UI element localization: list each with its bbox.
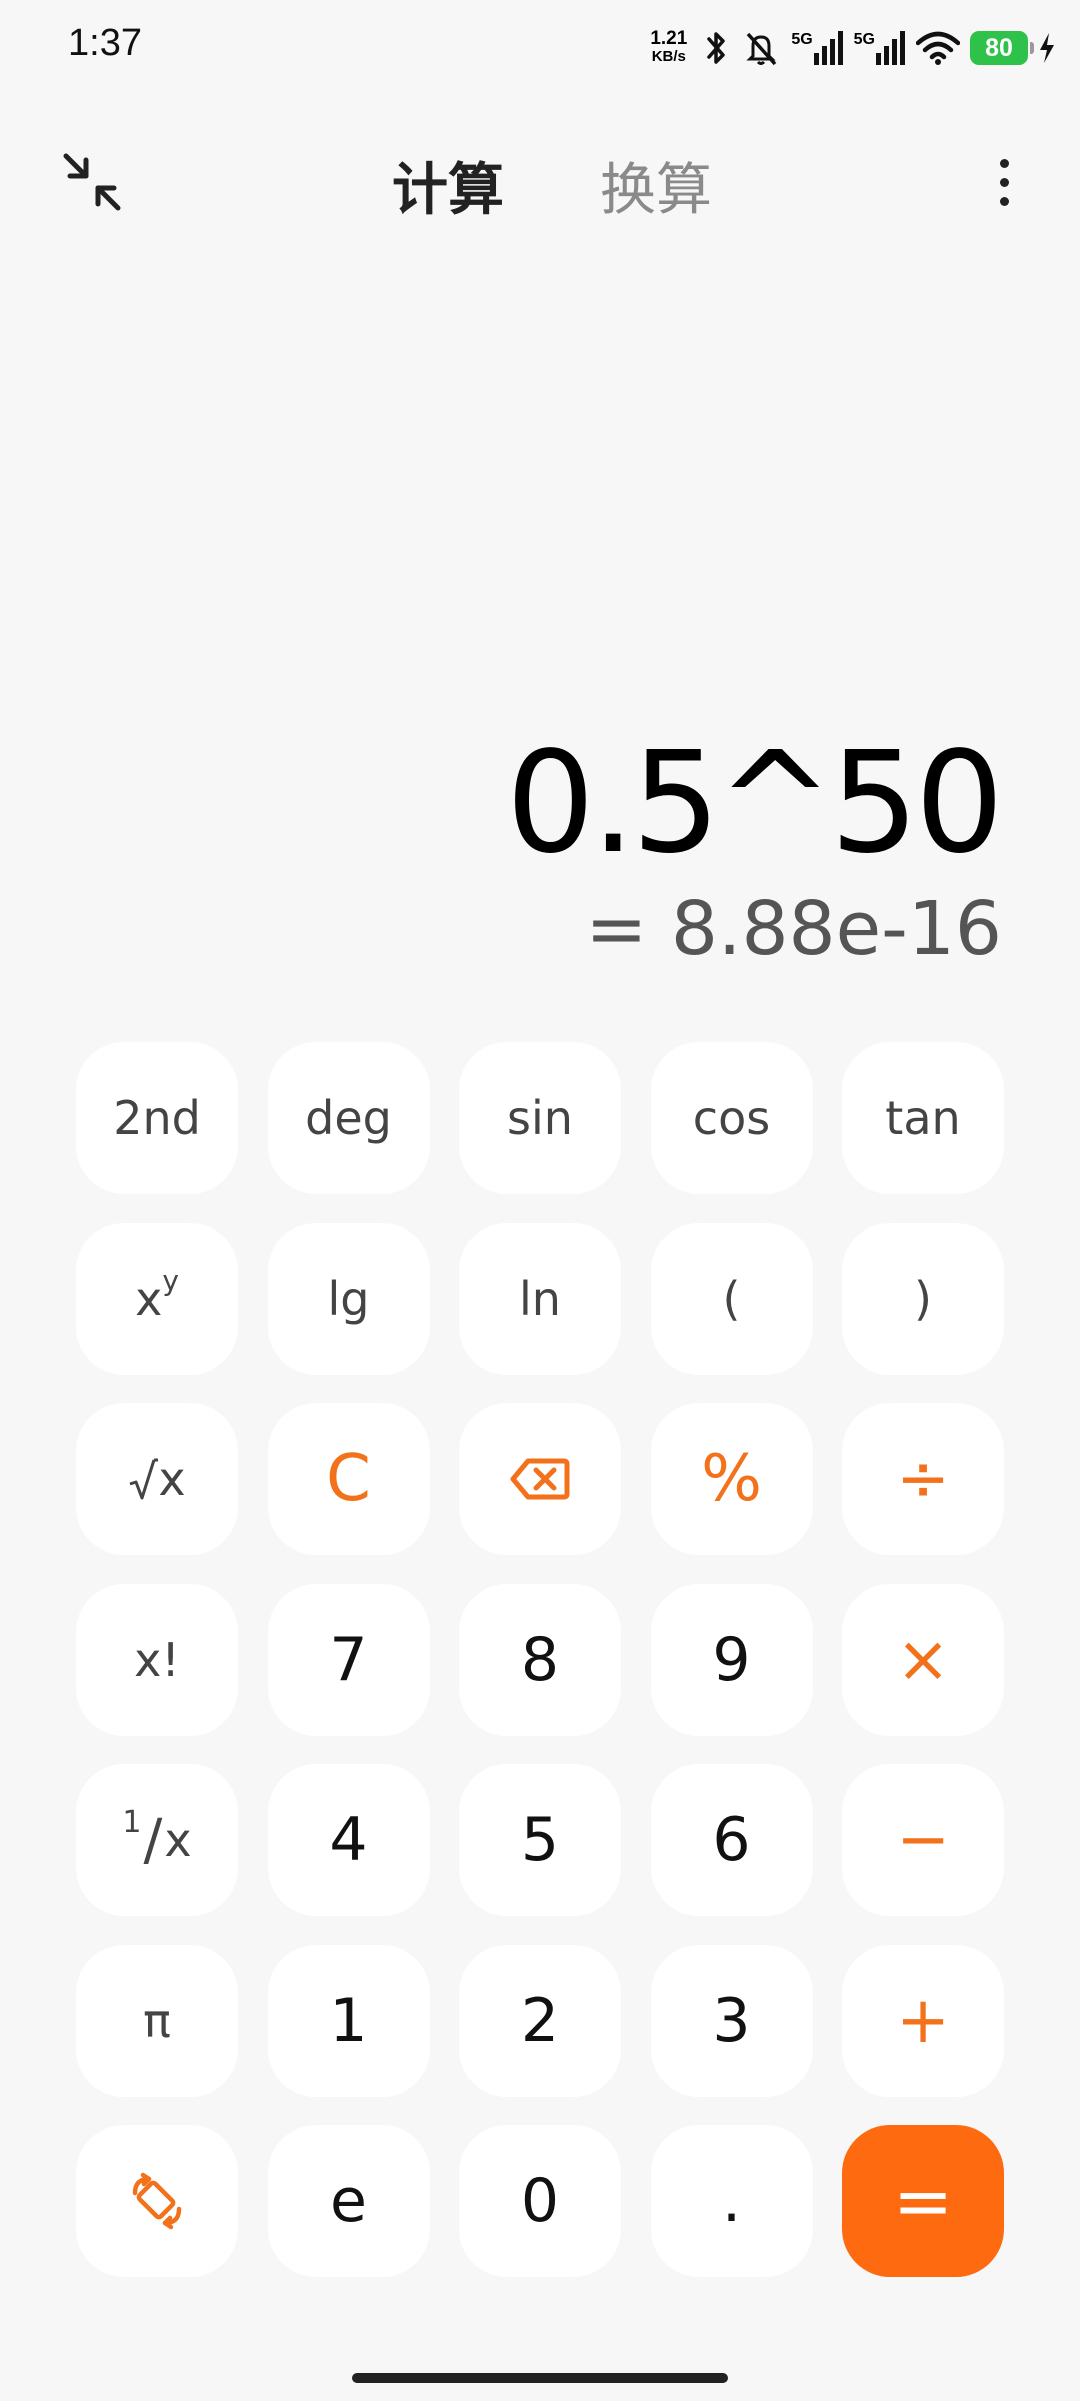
network-speed: 1.21 KB/s	[650, 28, 688, 66]
key-cos[interactable]: cos	[650, 1042, 813, 1194]
key-1[interactable]: 1	[267, 1944, 430, 2097]
mode-tabs: 计算 换算	[0, 130, 1080, 240]
rotate-screen-icon	[132, 2172, 182, 2230]
status-time: 1:37	[68, 22, 142, 64]
key-clear[interactable]: C	[267, 1403, 430, 1555]
collapse-arrows-icon	[63, 153, 121, 211]
signal-5g-2: 5G	[854, 31, 906, 65]
key-7[interactable]: 7	[267, 1583, 430, 1736]
signal-label: 5G	[791, 31, 813, 48]
key-sqrt[interactable]: x	[76, 1403, 238, 1555]
signal-label: 5G	[853, 31, 875, 48]
key-percent[interactable]: %	[650, 1403, 813, 1555]
reciprocal-numerator: 1	[122, 1804, 142, 1840]
key-rotate[interactable]	[76, 2125, 238, 2277]
top-bar: 计算 换算	[0, 130, 1080, 240]
key-factorial[interactable]: x!	[76, 1583, 238, 1736]
expression-display: 0.5^50	[505, 722, 1004, 885]
key-pi[interactable]: π	[76, 1944, 238, 2097]
charging-bolt-icon	[1040, 33, 1054, 63]
keypad: 2nd deg sin cos tan xy lg ln ( ) x C % ÷…	[76, 1042, 1004, 2277]
key-ln[interactable]: ln	[459, 1222, 621, 1375]
key-3[interactable]: 3	[650, 1944, 813, 2097]
key-e[interactable]: e	[267, 2125, 430, 2277]
key-6[interactable]: 6	[650, 1764, 813, 1916]
bluetooth-icon	[707, 32, 726, 64]
key-lg[interactable]: lg	[267, 1222, 430, 1375]
result-display: = 8.88e-16	[585, 886, 1002, 972]
signal-5g-1: 5G	[791, 31, 843, 65]
power-base: x	[135, 1271, 163, 1326]
more-options-button[interactable]	[968, 146, 1040, 218]
network-speed-value: 1.21	[650, 28, 688, 49]
key-2nd[interactable]: 2nd	[76, 1042, 238, 1194]
key-5[interactable]: 5	[459, 1764, 621, 1916]
wifi-icon	[916, 31, 960, 65]
tab-calculate[interactable]: 计算	[368, 145, 504, 226]
reciprocal-slash: /	[143, 1807, 163, 1873]
key-multiply[interactable]: ×	[842, 1583, 1004, 1736]
network-speed-unit: KB/s	[651, 48, 686, 65]
status-icons: 1.21 KB/s 5G 5G 80	[650, 22, 1056, 74]
key-tan[interactable]: tan	[842, 1042, 1004, 1194]
reciprocal-denominator: x	[164, 1813, 192, 1867]
signal-bars-icon	[813, 31, 843, 65]
backspace-icon	[510, 1458, 570, 1500]
more-dot-icon	[999, 177, 1009, 187]
key-4[interactable]: 4	[267, 1764, 430, 1916]
key-plus[interactable]: +	[842, 1944, 1004, 2097]
key-equals[interactable]: =	[842, 2125, 1004, 2277]
more-dot-icon	[999, 196, 1009, 206]
sqrt-icon	[129, 1458, 159, 1500]
key-left-paren[interactable]: (	[650, 1222, 813, 1375]
key-0[interactable]: 0	[459, 2125, 621, 2277]
key-9[interactable]: 9	[650, 1583, 813, 1736]
key-8[interactable]: 8	[459, 1583, 621, 1736]
key-right-paren[interactable]: )	[842, 1222, 1004, 1375]
mute-bell-icon	[746, 32, 777, 66]
minimize-button[interactable]	[56, 146, 128, 218]
key-minus[interactable]: −	[842, 1764, 1004, 1916]
key-reciprocal[interactable]: 1/x	[76, 1764, 238, 1916]
key-backspace[interactable]	[459, 1403, 621, 1555]
status-bar: 1:37 1.21 KB/s 5G 5G 80	[0, 0, 1080, 96]
key-power[interactable]: xy	[76, 1222, 238, 1375]
sqrt-x-label: x	[158, 1452, 186, 1506]
more-dot-icon	[999, 158, 1009, 168]
signal-bars-icon	[876, 31, 905, 65]
tab-convert[interactable]: 换算	[576, 145, 712, 226]
home-indicator[interactable]	[352, 2373, 728, 2383]
key-divide[interactable]: ÷	[842, 1403, 1004, 1555]
battery-indicator: 80	[970, 31, 1034, 65]
key-decimal[interactable]: .	[650, 2125, 813, 2277]
power-exponent: y	[162, 1264, 179, 1297]
key-deg[interactable]: deg	[267, 1042, 430, 1194]
key-2[interactable]: 2	[459, 1944, 621, 2097]
key-sin[interactable]: sin	[459, 1042, 621, 1194]
